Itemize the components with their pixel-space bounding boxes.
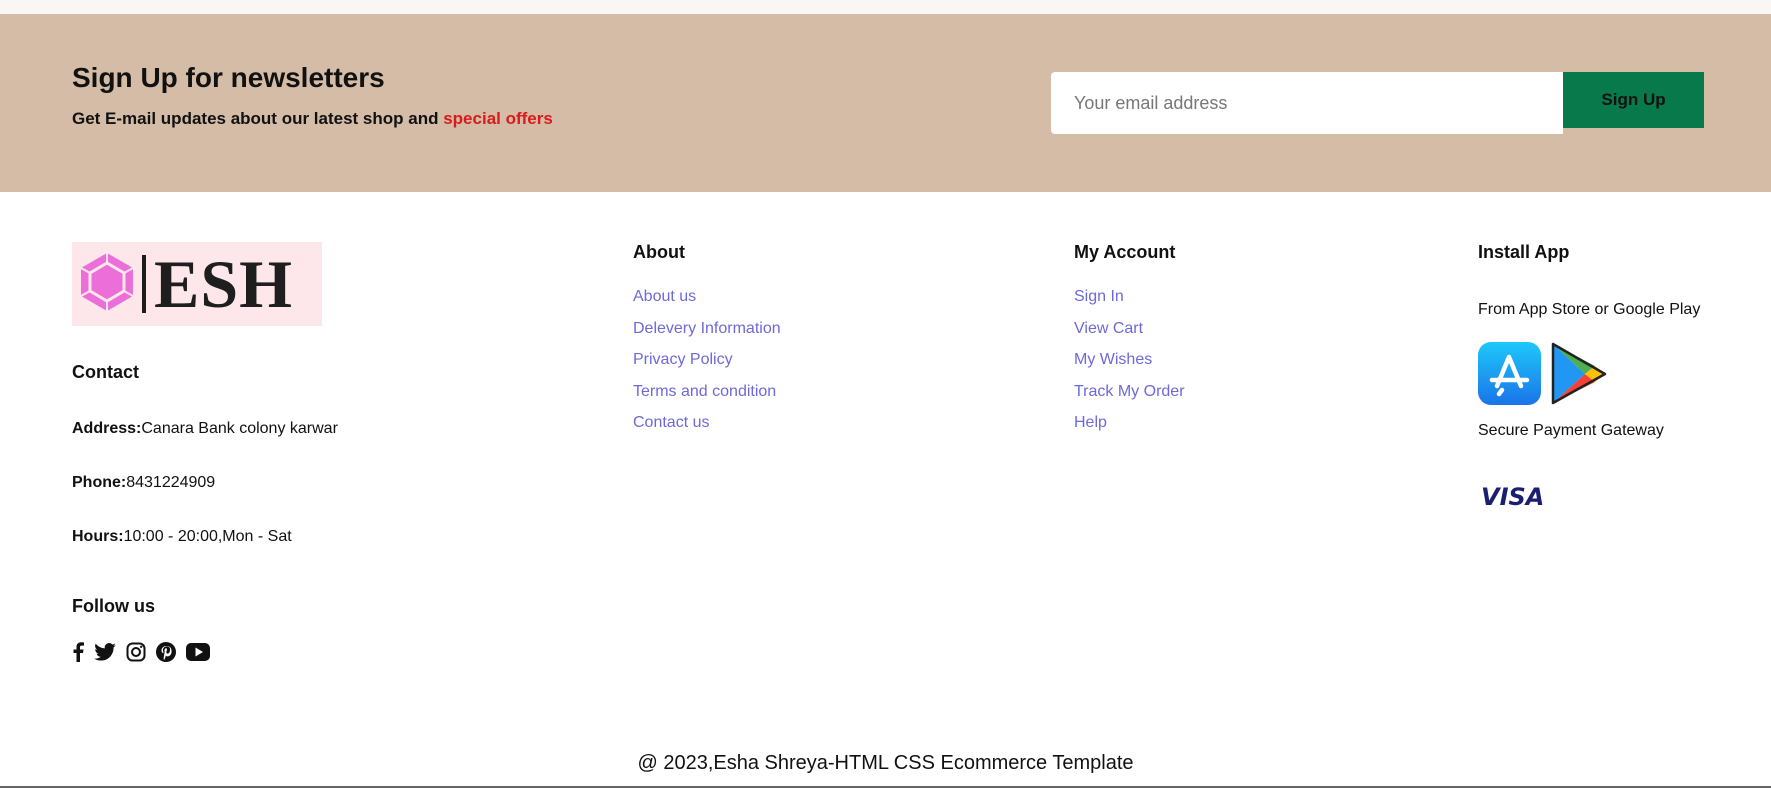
address-value: Canara Bank colony karwar: [141, 420, 338, 437]
logo-text: ESH: [154, 246, 294, 322]
hexagon-icon: [78, 251, 136, 318]
logo-divider: [142, 255, 146, 313]
account-link-item: Track My Order: [1074, 383, 1185, 415]
contact-address: Address:Canara Bank colony karwar: [72, 420, 338, 438]
store-text: From App Store or Google Play: [1478, 301, 1701, 318]
contact-us-link[interactable]: Contact us: [633, 414, 709, 431]
about-links: About us Delevery Information Privacy Po…: [633, 288, 781, 446]
track-order-link[interactable]: Track My Order: [1074, 383, 1185, 400]
instagram-icon[interactable]: [126, 642, 146, 662]
page: Sign Up for newsletters Get E-mail updat…: [0, 0, 1771, 788]
about-link-item: About us: [633, 288, 781, 320]
sign-in-link[interactable]: Sign In: [1074, 288, 1124, 305]
copyright: @ 2023,Esha Shreya-HTML CSS Ecommerce Te…: [637, 752, 1134, 774]
app-store-icon[interactable]: [1478, 342, 1541, 410]
account-link-item: My Wishes: [1074, 351, 1185, 383]
brand-logo[interactable]: ESH: [72, 242, 322, 326]
hours-value: 10:00 - 20:00,Mon - Sat: [123, 528, 292, 545]
hours-label: Hours:: [72, 528, 124, 545]
about-link-item: Contact us: [633, 414, 781, 446]
facebook-icon[interactable]: [72, 642, 84, 662]
store-badges: [1478, 342, 1607, 410]
pinterest-icon[interactable]: [156, 642, 176, 662]
contact-hours: Hours:10:00 - 20:00,Mon - Sat: [72, 528, 292, 546]
account-links: Sign In View Cart My Wishes Track My Ord…: [1074, 288, 1185, 446]
google-play-icon[interactable]: [1549, 342, 1607, 410]
account-link-item: View Cart: [1074, 320, 1185, 352]
newsletter-section: Sign Up for newsletters Get E-mail updat…: [0, 14, 1771, 192]
about-us-link[interactable]: About us: [633, 288, 696, 305]
about-link-item: Delevery Information: [633, 320, 781, 352]
address-label: Address:: [72, 420, 142, 437]
newsletter-special-offers: special offers: [443, 109, 553, 128]
visa-logo: VISA: [1481, 483, 1545, 511]
email-input[interactable]: [1051, 72, 1563, 134]
account-heading: My Account: [1074, 242, 1176, 262]
signup-button[interactable]: Sign Up: [1563, 72, 1704, 128]
delivery-information-link[interactable]: Delevery Information: [633, 320, 781, 337]
newsletter-form: Sign Up: [1051, 72, 1704, 134]
follow-heading: Follow us: [72, 596, 155, 616]
phone-value: 8431224909: [126, 474, 216, 491]
newsletter-subtitle-text: Get E-mail updates about our latest shop…: [72, 109, 444, 128]
about-heading: About: [633, 242, 685, 262]
terms-link[interactable]: Terms and condition: [633, 383, 776, 400]
contact-heading: Contact: [72, 362, 139, 382]
install-heading: Install App: [1478, 242, 1570, 262]
account-link-item: Help: [1074, 414, 1185, 446]
phone-label: Phone:: [72, 474, 127, 491]
view-cart-link[interactable]: View Cart: [1074, 320, 1143, 337]
my-wishes-link[interactable]: My Wishes: [1074, 351, 1152, 368]
contact-phone: Phone:8431224909: [72, 474, 215, 492]
about-link-item: Terms and condition: [633, 383, 781, 415]
social-links: [72, 642, 210, 662]
help-link[interactable]: Help: [1074, 414, 1107, 431]
top-strip: [0, 0, 1771, 15]
twitter-icon[interactable]: [94, 643, 116, 661]
about-link-item: Privacy Policy: [633, 351, 781, 383]
payment-text: Secure Payment Gateway: [1478, 422, 1664, 439]
youtube-icon[interactable]: [186, 643, 210, 661]
privacy-policy-link[interactable]: Privacy Policy: [633, 351, 733, 368]
account-link-item: Sign In: [1074, 288, 1185, 320]
newsletter-subtitle: Get E-mail updates about our latest shop…: [72, 109, 553, 129]
newsletter-title: Sign Up for newsletters: [72, 62, 385, 93]
